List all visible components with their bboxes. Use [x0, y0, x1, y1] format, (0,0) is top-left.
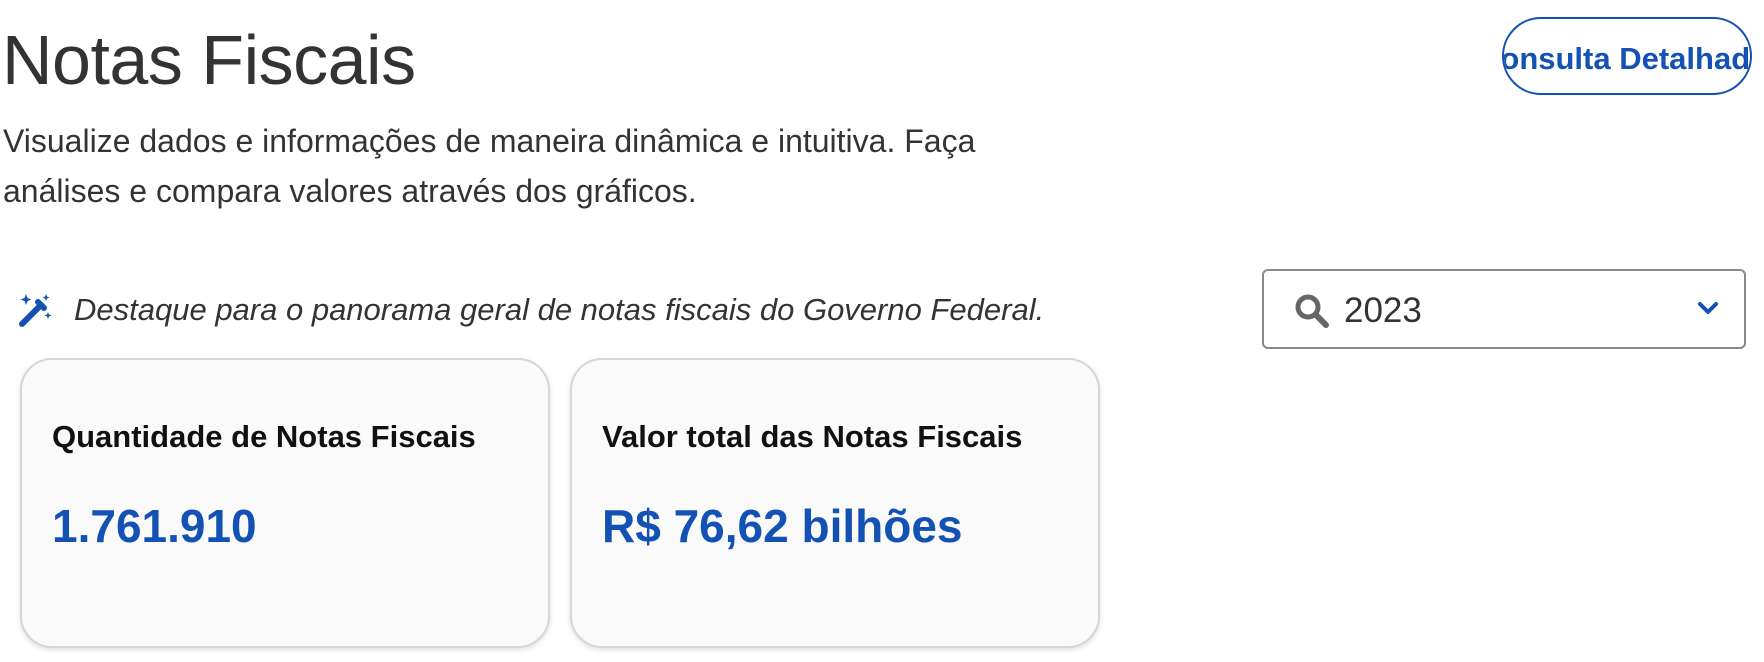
highlight-text: Destaque para o panorama geral de notas …: [74, 292, 1045, 327]
page-title: Notas Fiscais: [2, 21, 416, 99]
highlight-banner: Destaque para o panorama geral de notas …: [18, 286, 1044, 334]
stat-card-title: Valor total das Notas Fiscais: [602, 419, 1023, 454]
page-description: Visualize dados e informações de maneira…: [3, 123, 976, 209]
stat-card-valor-total: Valor total das Notas Fiscais R$ 76,62 b…: [570, 358, 1100, 648]
year-select[interactable]: 2023: [1262, 269, 1746, 349]
search-icon: [1295, 294, 1329, 328]
consulta-detalhada-button-label: Consulta Detalhada: [1502, 41, 1751, 76]
stat-card-quantidade: Quantidade de Notas Fiscais 1.761.910: [20, 358, 550, 648]
stat-card-value: 1.761.910: [52, 500, 257, 552]
magic-wand-icon: [19, 294, 52, 327]
consulta-detalhada-button[interactable]: Consulta Detalhada: [1502, 17, 1752, 95]
chevron-down-icon[interactable]: [1697, 301, 1719, 317]
stat-card-value: R$ 76,62 bilhões: [602, 500, 963, 552]
year-select-value: 2023: [1344, 291, 1422, 330]
stat-card-title: Quantidade de Notas Fiscais: [52, 419, 476, 454]
